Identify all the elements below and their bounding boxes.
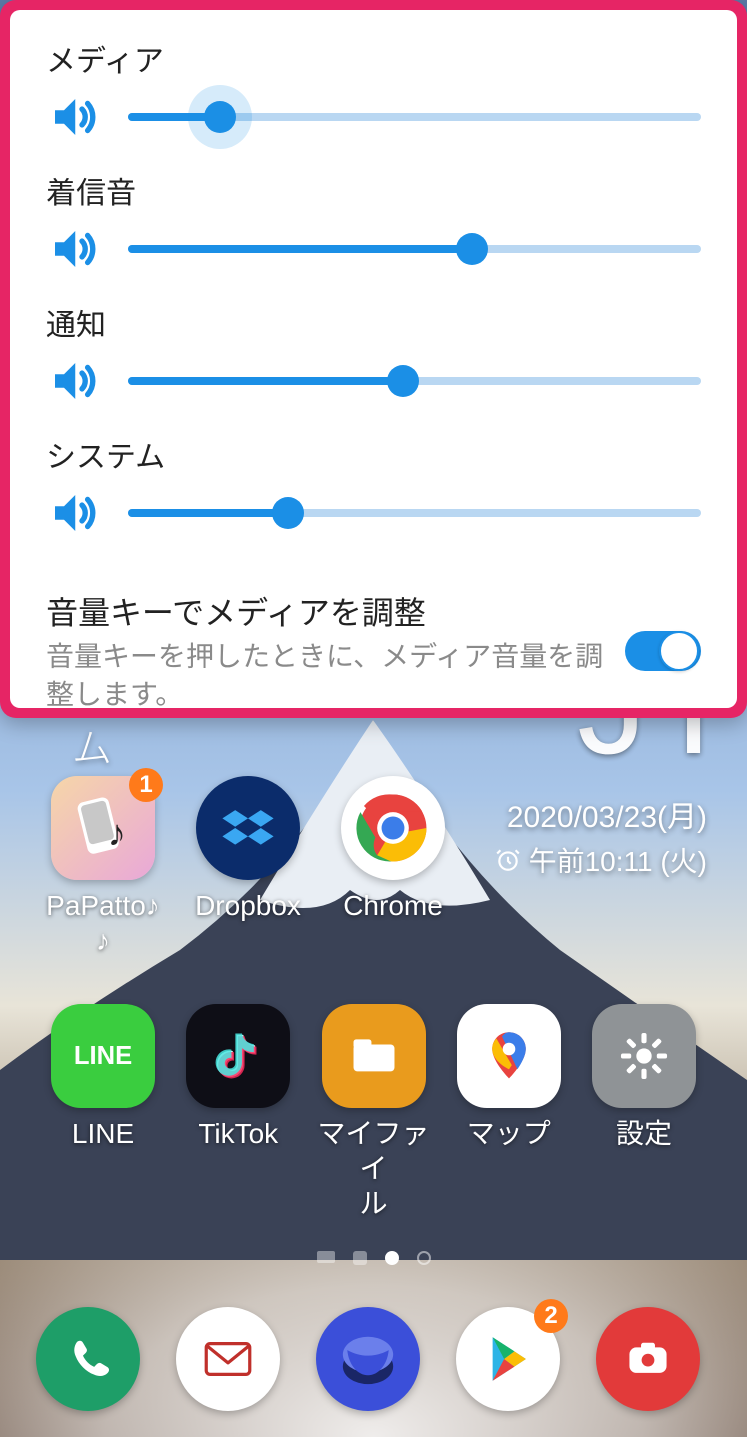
app-phone[interactable] bbox=[36, 1307, 140, 1411]
settings-icon bbox=[592, 1004, 696, 1108]
tiktok-icon bbox=[186, 1004, 290, 1108]
volume-label-system: システム bbox=[46, 432, 701, 476]
volume-key-toggle-switch[interactable] bbox=[625, 631, 701, 671]
toggle-description: 音量キーを押したときに、メディア音量を調整します。 bbox=[46, 638, 607, 714]
volume-key-toggle-row[interactable]: 音量キーでメディアを調整 音量キーを押したときに、メディア音量を調整します。 bbox=[46, 588, 701, 714]
mail-icon bbox=[176, 1307, 280, 1411]
app-settings[interactable]: 設定 bbox=[577, 1004, 711, 1221]
app-label: TikTok bbox=[198, 1116, 278, 1151]
app-label: マイファイ ル bbox=[307, 1116, 441, 1221]
volume-slider-media[interactable] bbox=[128, 95, 701, 139]
maps-icon bbox=[457, 1004, 561, 1108]
volume-group-media: メディア bbox=[46, 36, 701, 144]
volume-panel-highlight: メディア 着信音 通知 シス bbox=[0, 0, 747, 718]
volume-label-ringtone: 着信音 bbox=[46, 168, 701, 212]
badge: 1 bbox=[129, 768, 163, 802]
app-label: マップ bbox=[467, 1116, 551, 1151]
app-label: PaPatto♪ ♪ bbox=[46, 888, 160, 958]
svg-text:LINE: LINE bbox=[74, 1042, 132, 1070]
volume-group-ringtone: 着信音 bbox=[46, 168, 701, 276]
app-label: Chrome bbox=[343, 888, 443, 923]
app-label: Dropbox bbox=[195, 888, 301, 923]
app-dropbox[interactable]: Dropbox bbox=[181, 776, 315, 958]
volume-slider-system[interactable] bbox=[128, 491, 701, 535]
app-chrome[interactable]: Chrome bbox=[326, 776, 460, 958]
line-icon: LINE bbox=[51, 1004, 155, 1108]
app-papatto[interactable]: ♪1 PaPatto♪ ♪ bbox=[36, 776, 170, 958]
app-mail[interactable] bbox=[176, 1307, 280, 1411]
page-dot-next[interactable] bbox=[417, 1251, 431, 1265]
papatto-icon: ♪1 bbox=[51, 776, 155, 880]
dock: 2 bbox=[0, 1281, 747, 1437]
volume-slider-ringtone[interactable] bbox=[128, 227, 701, 271]
page-dot-home[interactable] bbox=[353, 1251, 367, 1265]
app-maps[interactable]: マップ bbox=[442, 1004, 576, 1221]
chrome-icon bbox=[341, 776, 445, 880]
page-indicator[interactable] bbox=[0, 1251, 747, 1265]
speaker-icon bbox=[46, 90, 100, 144]
page-dot-current[interactable] bbox=[385, 1251, 399, 1265]
widget-text-fragment: ム bbox=[72, 716, 112, 774]
app-label: 設定 bbox=[616, 1116, 672, 1151]
volume-label-media: メディア bbox=[46, 36, 701, 80]
volume-group-notification: 通知 bbox=[46, 300, 701, 408]
volume-label-notification: 通知 bbox=[46, 300, 701, 344]
app-tiktok[interactable]: TikTok bbox=[171, 1004, 305, 1221]
page-dot-menu[interactable] bbox=[317, 1251, 335, 1263]
browser-icon bbox=[316, 1307, 420, 1411]
badge: 2 bbox=[534, 1299, 568, 1333]
toggle-title: 音量キーでメディアを調整 bbox=[46, 588, 607, 634]
app-play[interactable]: 2 bbox=[456, 1307, 560, 1411]
dropbox-icon bbox=[196, 776, 300, 880]
app-files[interactable]: マイファイ ル bbox=[307, 1004, 441, 1221]
app-browser[interactable] bbox=[316, 1307, 420, 1411]
app-line[interactable]: LINE LINE bbox=[36, 1004, 170, 1221]
speaker-icon bbox=[46, 486, 100, 540]
camera-icon bbox=[596, 1307, 700, 1411]
app-label: LINE bbox=[72, 1116, 134, 1151]
speaker-icon bbox=[46, 222, 100, 276]
speaker-icon bbox=[46, 354, 100, 408]
phone-icon bbox=[36, 1307, 140, 1411]
files-icon bbox=[322, 1004, 426, 1108]
volume-slider-notification[interactable] bbox=[128, 359, 701, 403]
app-camera[interactable] bbox=[596, 1307, 700, 1411]
play-icon: 2 bbox=[456, 1307, 560, 1411]
volume-panel: メディア 着信音 通知 シス bbox=[10, 10, 737, 708]
svg-text:♪: ♪ bbox=[108, 813, 126, 854]
volume-group-system: システム bbox=[46, 432, 701, 540]
